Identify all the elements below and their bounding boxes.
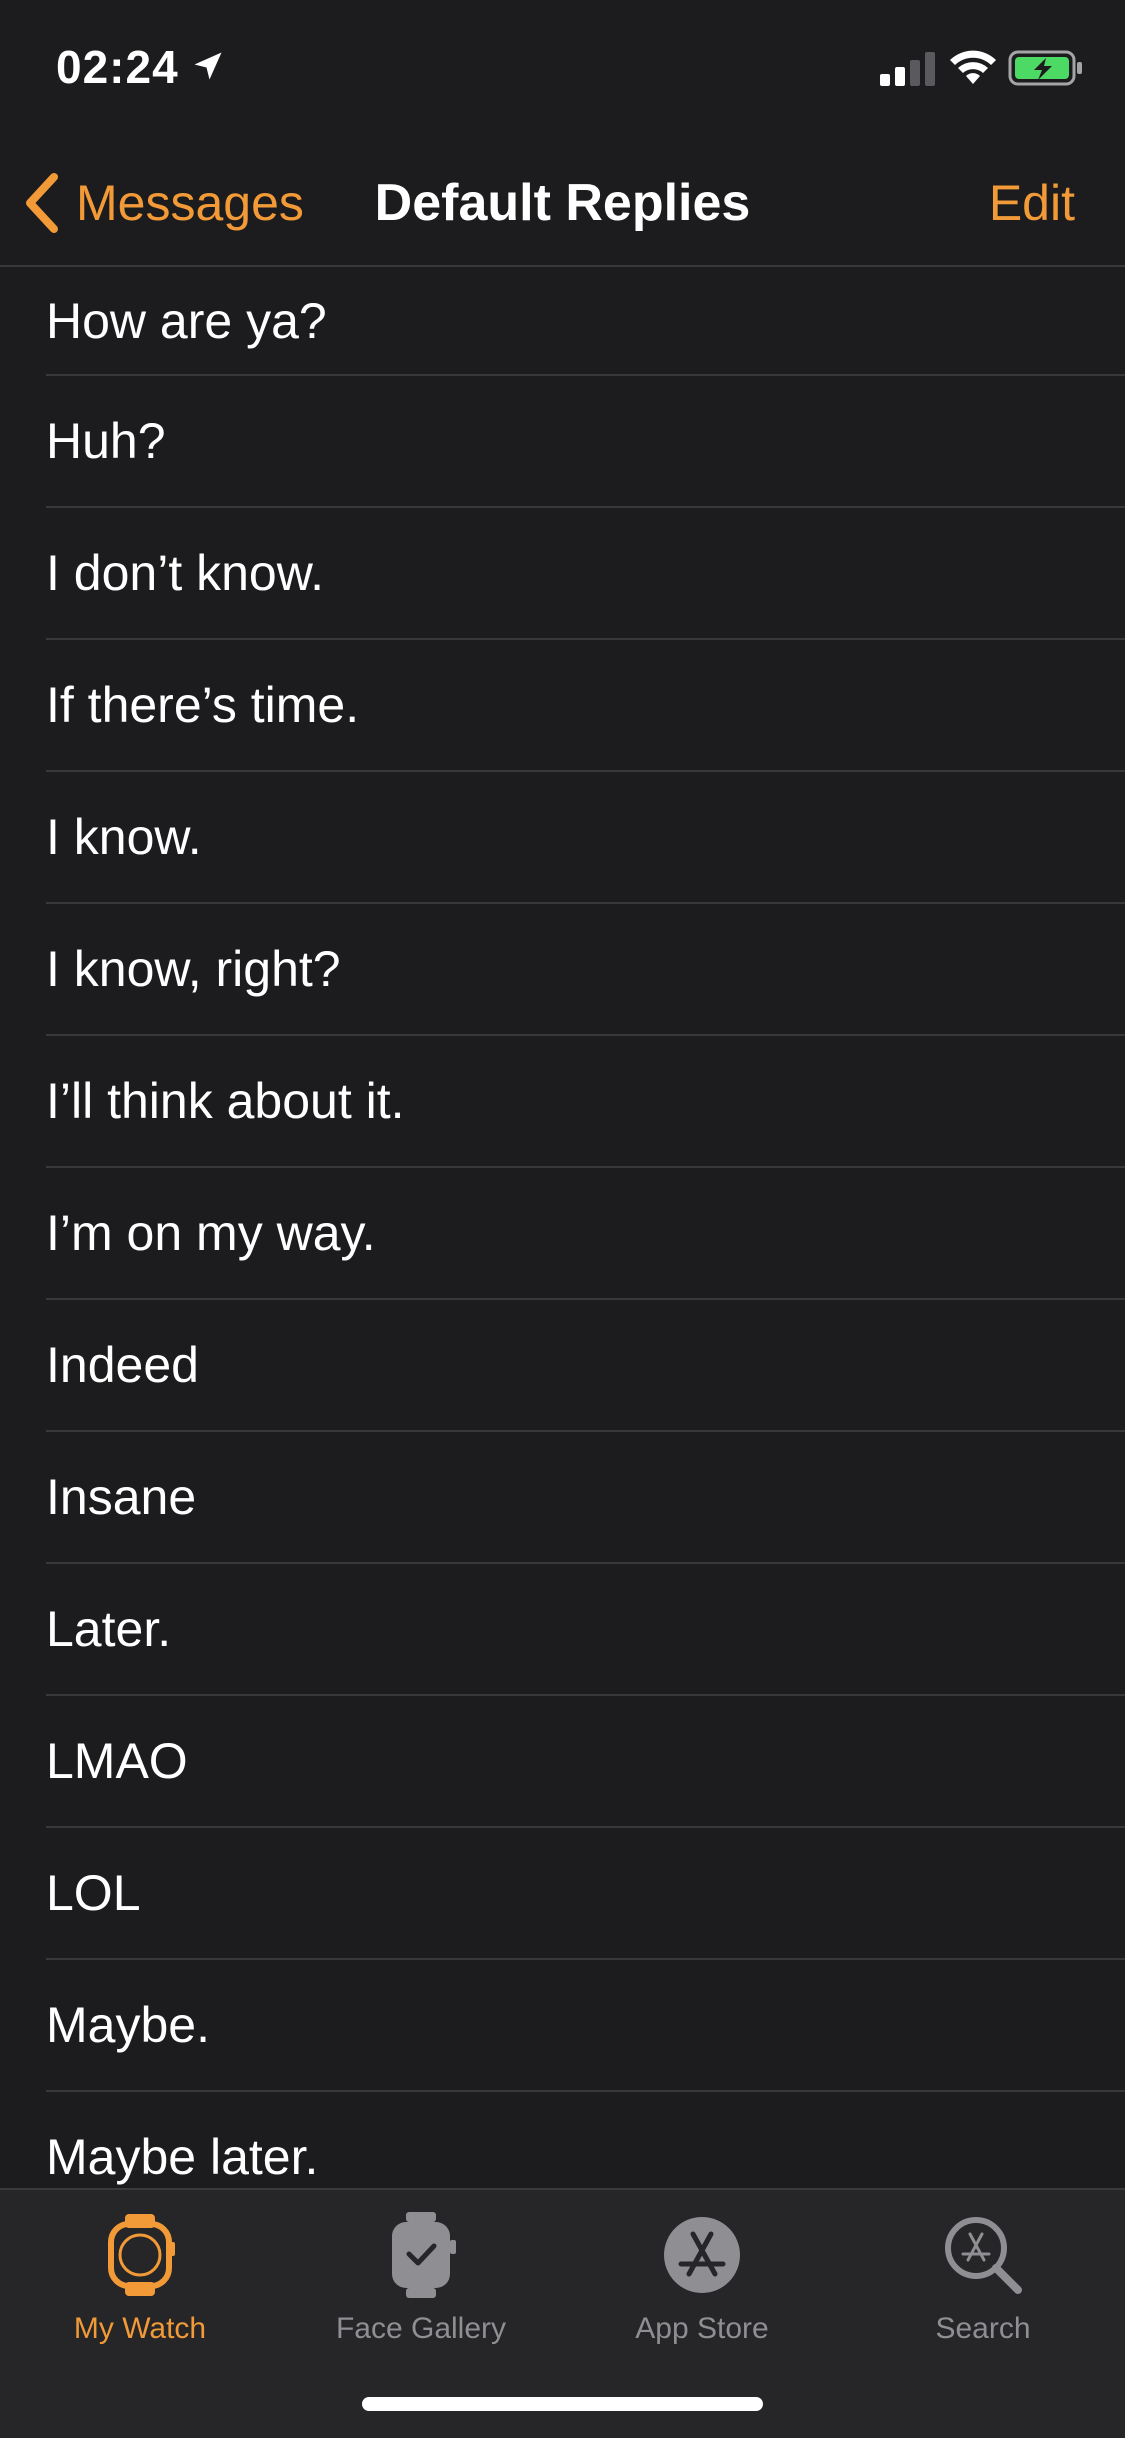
reply-row[interactable]: If there’s time. xyxy=(46,640,1125,772)
reply-label: I know, right? xyxy=(46,941,341,997)
app-store-icon xyxy=(664,2217,740,2293)
reply-label: I’ll think about it. xyxy=(46,1073,405,1129)
tab-label: My Watch xyxy=(73,2312,207,2345)
status-time: 02:24 xyxy=(56,41,179,93)
reply-label: Indeed xyxy=(46,1337,199,1393)
reply-label: Huh? xyxy=(46,413,166,469)
reply-row[interactable]: LMAO xyxy=(46,1696,1125,1828)
reply-row[interactable]: How are ya? xyxy=(46,267,1125,376)
tab-face-gallery[interactable]: Face Gallery xyxy=(281,2210,561,2346)
tab-label: Face Gallery xyxy=(335,2312,507,2345)
reply-row[interactable]: Maybe later. xyxy=(46,2092,1125,2187)
reply-label: How are ya? xyxy=(46,292,327,349)
tab-label: App Store xyxy=(635,2312,769,2345)
reply-row[interactable]: LOL xyxy=(46,1828,1125,1960)
reply-label: Maybe later. xyxy=(46,2129,319,2185)
tab-my-watch[interactable]: My Watch xyxy=(0,2210,280,2346)
reply-label: I don’t know. xyxy=(46,545,324,601)
edit-button[interactable]: Edit xyxy=(989,168,1075,238)
reply-row[interactable]: Maybe. xyxy=(46,1960,1125,2092)
reply-row[interactable]: Insane xyxy=(46,1432,1125,1564)
reply-row[interactable]: Huh? xyxy=(46,376,1125,508)
reply-label: Maybe. xyxy=(46,1997,210,2053)
cellular-signal-icon xyxy=(880,52,935,86)
watch-icon xyxy=(108,2214,175,2296)
reply-label: I know. xyxy=(46,809,202,865)
wifi-icon xyxy=(950,50,996,84)
reply-label: Insane xyxy=(46,1469,197,1525)
reply-row[interactable]: I know. xyxy=(46,772,1125,904)
reply-label: If there’s time. xyxy=(46,677,360,733)
reply-row[interactable]: I’ll think about it. xyxy=(46,1036,1125,1168)
reply-label: LOL xyxy=(46,1865,141,1921)
tab-search[interactable]: Search xyxy=(843,2210,1123,2346)
home-indicator[interactable] xyxy=(362,2397,763,2411)
reply-row[interactable]: I don’t know. xyxy=(46,508,1125,640)
battery-charging-icon xyxy=(1008,50,1082,86)
reply-row[interactable]: I know, right? xyxy=(46,904,1125,1036)
navigation-bar: Messages Default Replies Edit xyxy=(0,132,1125,267)
replies-list: How are ya? Huh? I don’t know. If there’… xyxy=(0,267,1125,2187)
search-icon xyxy=(945,2217,1022,2294)
location-arrow-icon xyxy=(194,52,222,80)
face-gallery-icon xyxy=(392,2212,456,2298)
tab-app-store[interactable]: App Store xyxy=(562,2210,842,2346)
tab-label: Search xyxy=(935,2312,1031,2345)
page-title: Default Replies xyxy=(374,174,751,232)
reply-label: Later. xyxy=(46,1601,172,1657)
reply-label: LMAO xyxy=(46,1733,188,1789)
reply-label: I’m on my way. xyxy=(46,1205,376,1261)
reply-row[interactable]: Indeed xyxy=(46,1300,1125,1432)
status-bar: 02:24 xyxy=(0,0,1125,132)
reply-row[interactable]: I’m on my way. xyxy=(46,1168,1125,1300)
reply-row[interactable]: Later. xyxy=(46,1564,1125,1696)
